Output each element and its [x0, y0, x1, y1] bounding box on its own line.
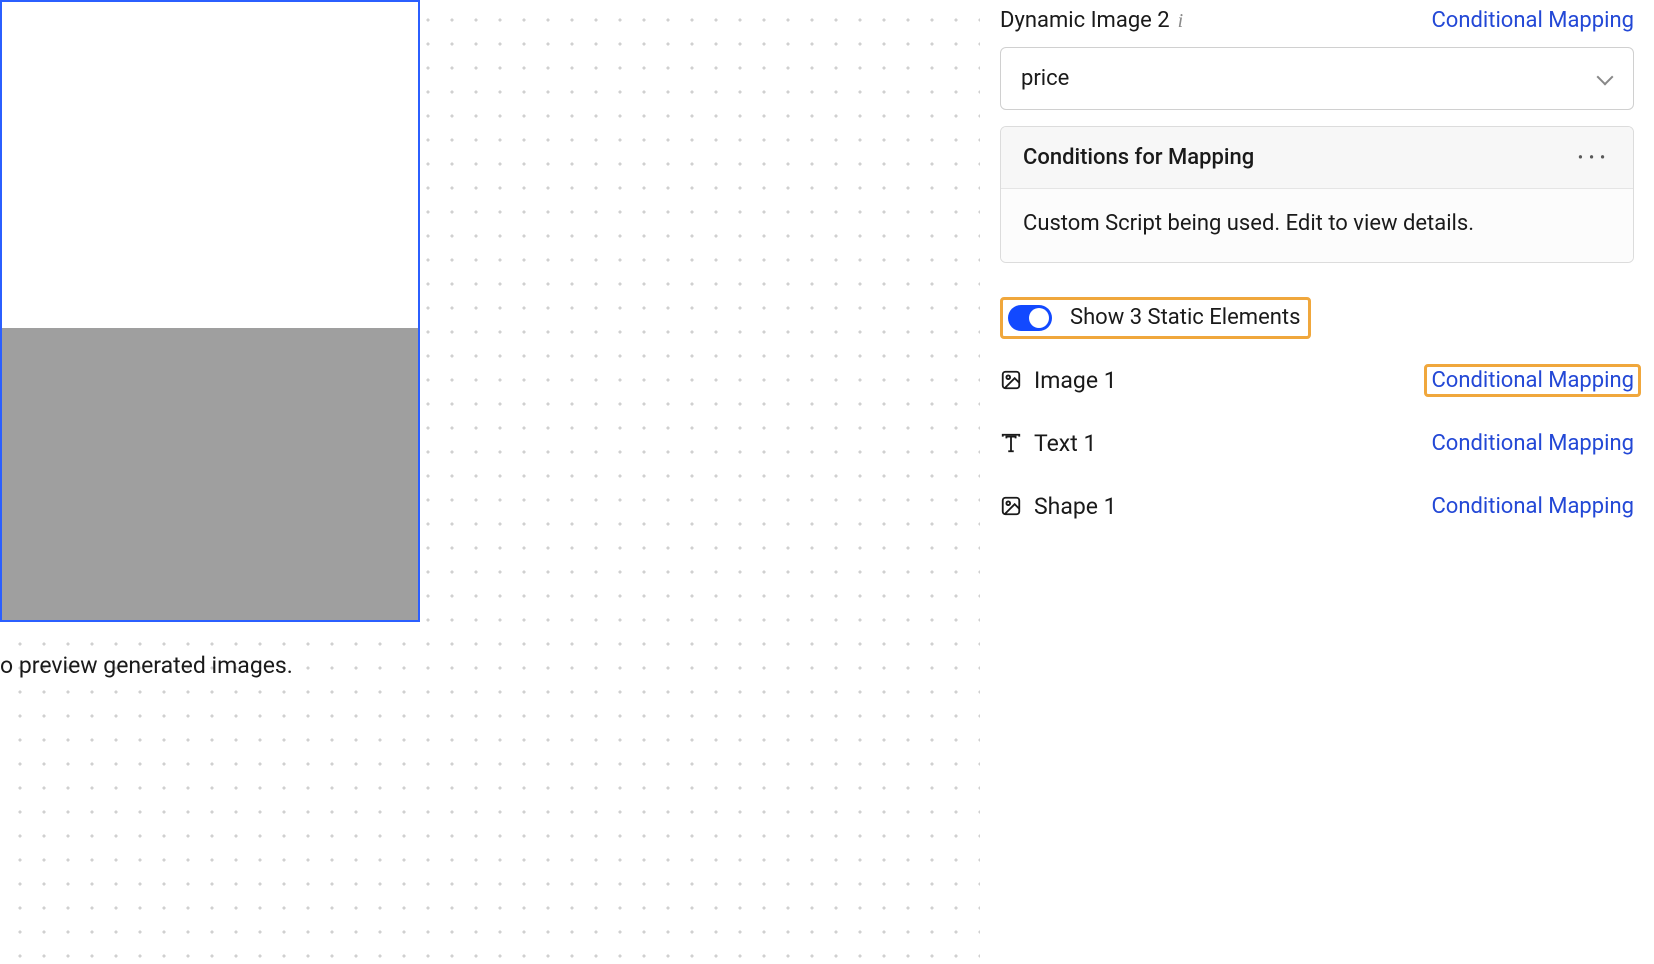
dynamic-image-header: Dynamic Image 2 i Conditional Mapping	[1000, 8, 1634, 33]
canvas-white-rect	[0, 0, 420, 328]
section-title-wrap: Dynamic Image 2 i	[1000, 8, 1183, 33]
conditions-body-text: Custom Script being used. Edit to view d…	[1023, 209, 1611, 240]
conditional-mapping-link-image[interactable]: Conditional Mapping	[1424, 364, 1641, 397]
element-left: Image 1	[1000, 367, 1117, 394]
properties-panel: Dynamic Image 2 i Conditional Mapping pr…	[980, 0, 1654, 964]
preview-text: o preview generated images.	[0, 652, 293, 679]
text-icon	[1000, 432, 1022, 454]
shape-icon	[1000, 495, 1022, 517]
chevron-down-icon	[1597, 74, 1613, 84]
conditions-body: Custom Script being used. Edit to view d…	[1001, 189, 1633, 262]
element-left: Text 1	[1000, 430, 1096, 457]
toggle-knob	[1029, 308, 1049, 328]
element-left: Shape 1	[1000, 493, 1117, 520]
element-label: Text 1	[1034, 430, 1096, 457]
conditional-mapping-link-shape[interactable]: Conditional Mapping	[1431, 494, 1634, 519]
conditions-title: Conditions for Mapping	[1023, 145, 1254, 170]
dynamic-image-title: Dynamic Image 2	[1000, 8, 1170, 33]
conditional-mapping-link-dynamic[interactable]: Conditional Mapping	[1431, 8, 1634, 33]
canvas-gray-rect[interactable]	[0, 328, 418, 620]
static-elements-label: Show 3 Static Elements	[1070, 305, 1300, 330]
info-icon[interactable]: i	[1178, 11, 1184, 31]
field-dropdown[interactable]: price	[1000, 47, 1634, 110]
static-elements-toggle[interactable]	[1008, 305, 1052, 331]
element-row-shape: Shape 1 Conditional Mapping	[1000, 493, 1634, 520]
conditional-mapping-link-text[interactable]: Conditional Mapping	[1431, 431, 1634, 456]
static-elements-toggle-row: Show 3 Static Elements	[1000, 297, 1311, 339]
image-icon	[1000, 369, 1022, 391]
more-icon[interactable]: •••	[1578, 150, 1611, 166]
element-row-image: Image 1 Conditional Mapping	[1000, 367, 1634, 394]
element-row-text: Text 1 Conditional Mapping	[1000, 430, 1634, 457]
element-label: Image 1	[1034, 367, 1117, 394]
conditions-header: Conditions for Mapping •••	[1001, 127, 1633, 189]
dropdown-value: price	[1021, 66, 1069, 91]
element-label: Shape 1	[1034, 493, 1117, 520]
conditions-box: Conditions for Mapping ••• Custom Script…	[1000, 126, 1634, 263]
canvas-area[interactable]: o preview generated images.	[0, 0, 980, 964]
